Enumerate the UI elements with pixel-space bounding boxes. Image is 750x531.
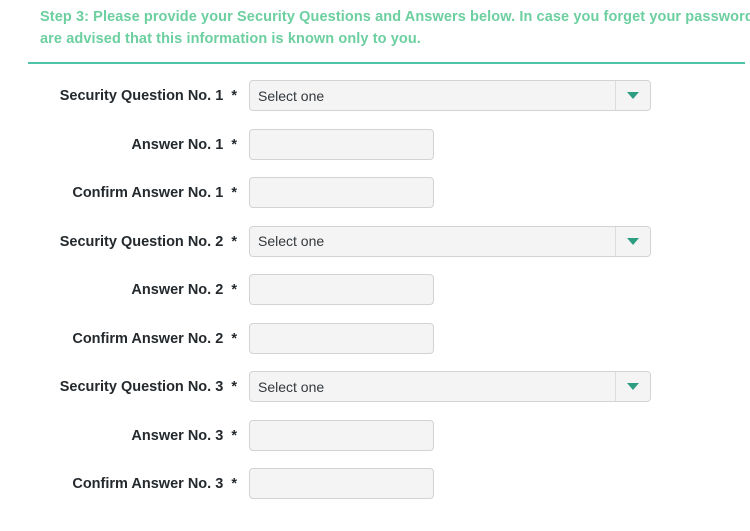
input-answer-3[interactable] — [249, 419, 434, 451]
form-row: Security Question No. 1 * Select one — [0, 80, 750, 129]
select-value-security-question-1: Select one — [258, 87, 325, 104]
security-questions-page: Step 3: Please provide your Security Que… — [0, 0, 750, 531]
field-label-security-question-3: Security Question No. 3 * — [0, 378, 237, 396]
select-value-security-question-2: Select one — [258, 233, 325, 249]
form-row: Confirm Answer No. 3 * — [0, 468, 750, 517]
field-label-text: Security Question No. 2 — [59, 233, 224, 250]
form-row: Answer No. 3 * — [0, 419, 750, 469]
field-label-security-question-1: Security Question No. 1 * — [0, 87, 237, 105]
field-label-text: Confirm Answer No. 3 — [72, 476, 224, 492]
required-marker: * — [231, 476, 237, 492]
field-label-answer-3: Answer No. 3 * — [0, 427, 237, 445]
field-label-confirm-answer-1: Confirm Answer No. 1 * — [0, 184, 237, 202]
select-security-question-1[interactable]: Select one — [249, 80, 651, 111]
step-instructions: Step 3: Please provide your Security Que… — [40, 9, 750, 47]
input-confirm-answer-2[interactable] — [249, 322, 434, 354]
field-label-confirm-answer-3: Confirm Answer No. 3 * — [0, 475, 237, 493]
input-answer-1[interactable] — [249, 128, 434, 160]
required-marker: * — [231, 379, 237, 395]
required-marker: * — [231, 185, 237, 201]
input-confirm-answer-3[interactable] — [249, 468, 434, 499]
security-questions-form: Security Question No. 1 * Select one Answe… — [0, 80, 750, 517]
field-label-confirm-answer-2: Confirm Answer No. 2 * — [0, 330, 237, 348]
field-label-security-question-2: Security Question No. 2 * — [0, 233, 237, 251]
chevron-down-icon — [627, 383, 639, 390]
field-label-text: Confirm Answer No. 2 — [72, 330, 224, 347]
field-label-text: Answer No. 1 — [131, 136, 224, 153]
select-dropdown-button-security-question-1[interactable] — [615, 81, 650, 110]
section-divider — [28, 62, 745, 64]
required-marker: * — [231, 282, 237, 298]
field-label-answer-2: Answer No. 2 * — [0, 281, 237, 299]
select-dropdown-button-security-question-2[interactable] — [615, 226, 650, 256]
form-row: Security Question No. 3 * Select one — [0, 371, 750, 420]
required-marker: * — [231, 427, 237, 444]
form-row: Confirm Answer No. 2 * — [0, 322, 750, 372]
field-label-text: Confirm Answer No. 1 — [72, 185, 224, 201]
form-row: Answer No. 1 * — [0, 128, 750, 178]
chevron-down-icon — [627, 237, 639, 245]
input-answer-2[interactable] — [249, 274, 434, 305]
field-label-text: Answer No. 2 — [131, 282, 224, 298]
select-security-question-2[interactable]: Select one — [249, 225, 651, 257]
form-row: Security Question No. 2 * Select one — [0, 225, 750, 275]
field-label-answer-1: Answer No. 1 * — [0, 136, 237, 154]
field-label-text: Security Question No. 1 — [59, 88, 224, 104]
select-dropdown-button-security-question-3[interactable] — [615, 372, 650, 401]
form-row: Confirm Answer No. 1 * — [0, 177, 750, 226]
required-marker: * — [231, 136, 237, 153]
form-row: Answer No. 2 * — [0, 274, 750, 323]
field-label-text: Answer No. 3 — [131, 427, 224, 444]
required-marker: * — [231, 233, 237, 250]
required-marker: * — [231, 88, 237, 104]
select-value-security-question-3: Select one — [258, 378, 325, 395]
chevron-down-icon — [627, 92, 639, 99]
required-marker: * — [231, 330, 237, 347]
field-label-text: Security Question No. 3 — [59, 379, 224, 395]
input-confirm-answer-1[interactable] — [249, 177, 434, 208]
select-security-question-3[interactable]: Select one — [249, 371, 651, 402]
